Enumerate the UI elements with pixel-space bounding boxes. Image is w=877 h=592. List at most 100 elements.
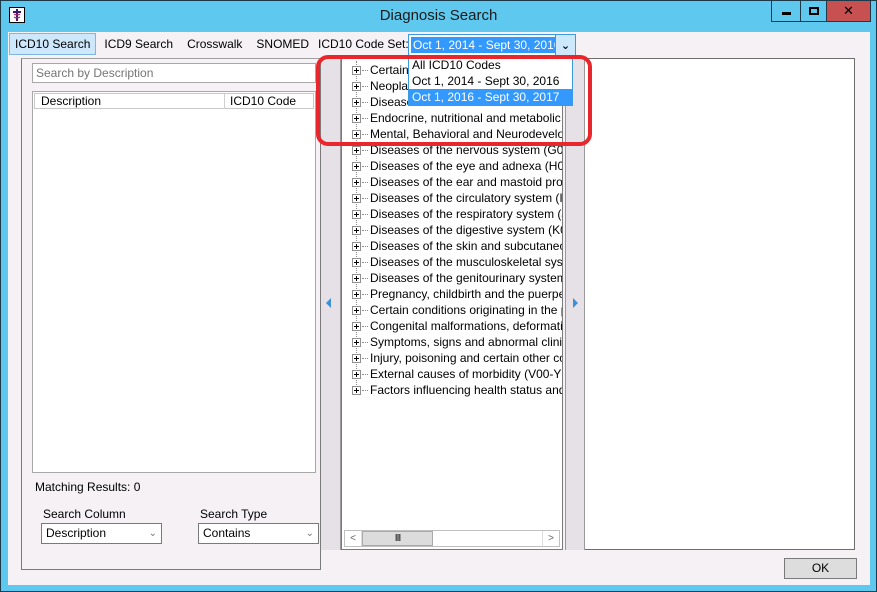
expand-plus-icon[interactable] <box>352 65 361 75</box>
expand-plus-icon[interactable] <box>352 257 361 267</box>
expand-plus-icon[interactable] <box>352 145 361 155</box>
expand-plus-icon[interactable] <box>352 225 361 235</box>
minimize-button[interactable] <box>771 1 801 22</box>
tree-node-label: Diseases of the circulatory system (I00-… <box>370 191 563 205</box>
horizontal-scrollbar[interactable]: < III > <box>344 530 560 547</box>
maximize-icon <box>808 7 819 15</box>
expand-plus-icon[interactable] <box>352 385 361 395</box>
tree-connector <box>362 149 368 151</box>
tree-node[interactable]: Diseases of the respiratory system (J00-… <box>342 206 562 222</box>
code-set-option-highlighted[interactable]: Oct 1, 2016 - Sept 30, 2017 <box>409 89 572 105</box>
tree-connector <box>362 261 368 263</box>
expand-plus-icon[interactable] <box>352 81 361 91</box>
tree-node[interactable]: Diseases of the circulatory system (I00-… <box>342 190 563 206</box>
tree-connector <box>362 389 368 391</box>
tab-crosswalk[interactable]: Crosswalk <box>181 33 248 55</box>
tree-node-label: Diseases of the respiratory system (J00-… <box>370 207 562 221</box>
code-set-select[interactable]: Oct 1, 2014 - Sept 30, 2016 ⌄ <box>408 34 576 56</box>
expand-plus-icon[interactable] <box>352 289 361 299</box>
expand-plus-icon[interactable] <box>352 177 361 187</box>
tree-connector <box>362 309 368 311</box>
column-header-icd10-code[interactable]: ICD10 Code <box>225 94 313 108</box>
tree-node-label: Mental, Behavioral and Neurodevelopmenta… <box>370 127 562 141</box>
client-area: ICD10 Search ICD9 Search Crosswalk SNOME… <box>8 32 870 585</box>
tree-node[interactable]: Injury, poisoning and certain other cons… <box>342 350 562 366</box>
expand-plus-icon[interactable] <box>352 193 361 203</box>
arrow-right-icon[interactable] <box>573 298 578 308</box>
search-column-select[interactable]: Description ⌄ <box>41 523 162 544</box>
table-header: Description ICD10 Code <box>34 93 314 109</box>
search-input[interactable] <box>32 63 316 83</box>
expand-plus-icon[interactable] <box>352 113 361 123</box>
search-type-value: Contains <box>203 526 251 540</box>
tab-icd9-search[interactable]: ICD9 Search <box>98 33 179 55</box>
scroll-right-arrow-icon[interactable]: > <box>542 531 559 546</box>
search-type-label: Search Type <box>200 507 268 521</box>
tree-node[interactable]: Diseases of the skin and subcutaneous ti… <box>342 238 562 254</box>
expand-plus-icon[interactable] <box>352 97 361 107</box>
code-set-option[interactable]: All ICD10 Codes <box>409 57 572 73</box>
scrollbar-thumb[interactable]: III <box>362 531 433 546</box>
tree-connector <box>362 101 368 103</box>
ok-button[interactable]: OK <box>784 558 857 579</box>
title-bar[interactable]: Diagnosis Search ✕ <box>1 1 876 31</box>
tree-node-label: Diseases of the skin and subcutaneous ti… <box>370 239 562 253</box>
expand-plus-icon[interactable] <box>352 161 361 171</box>
expand-plus-icon[interactable] <box>352 337 361 347</box>
chevron-down-icon[interactable]: ⌄ <box>555 35 575 55</box>
tree-node[interactable]: Diseases of the nervous system (G00-G99) <box>342 142 562 158</box>
results-table[interactable]: Description ICD10 Code <box>32 91 316 473</box>
tree-node[interactable]: Certain conditions originating in the pe… <box>342 302 562 318</box>
tree-connector <box>362 357 368 359</box>
expand-plus-icon[interactable] <box>352 273 361 283</box>
expand-plus-icon[interactable] <box>352 305 361 315</box>
code-set-option[interactable]: Oct 1, 2014 - Sept 30, 2016 <box>409 73 572 89</box>
tree-connector <box>362 277 368 279</box>
close-button[interactable]: ✕ <box>826 1 871 22</box>
tree-node[interactable]: Diseases of the ear and mastoid process <box>342 174 562 190</box>
tree-node-label: Certain conditions originating in the pe… <box>370 303 562 317</box>
maximize-button[interactable] <box>800 1 827 22</box>
expand-plus-icon[interactable] <box>352 209 361 219</box>
tree-node[interactable]: Pregnancy, childbirth and the puerperium <box>342 286 562 302</box>
tree-connector <box>362 69 368 71</box>
tree-node-label: Diseases of the genitourinary system (N0… <box>370 271 563 285</box>
tree-node[interactable]: Mental, Behavioral and Neurodevelopmenta… <box>342 126 562 142</box>
tree-node-label: Symptoms, signs and abnormal clinical an… <box>370 335 563 349</box>
tree-connector <box>362 197 368 199</box>
expand-plus-icon[interactable] <box>352 241 361 251</box>
code-set-dropdown-list: All ICD10 Codes Oct 1, 2014 - Sept 30, 2… <box>408 56 573 106</box>
tree-connector <box>362 341 368 343</box>
tree-node[interactable]: Diseases of the musculoskeletal system a… <box>342 254 562 270</box>
tab-strip: ICD10 Search ICD9 Search Crosswalk SNOME… <box>9 33 317 57</box>
tree-node[interactable]: Endocrine, nutritional and metabolic dis… <box>342 110 562 126</box>
arrow-left-icon[interactable] <box>326 298 331 308</box>
tree-node[interactable]: Diseases of the genitourinary system (N0… <box>342 270 563 286</box>
tree-node[interactable]: Factors influencing health status and co… <box>342 382 562 398</box>
scroll-left-arrow-icon[interactable]: < <box>345 531 362 546</box>
chevron-down-icon: ⌄ <box>148 528 157 539</box>
tree-node[interactable]: Symptoms, signs and abnormal clinical an… <box>342 334 563 350</box>
tree-node[interactable]: External causes of morbidity (V00-Y99) <box>342 366 562 382</box>
tree-connector <box>362 133 368 135</box>
code-set-selected-value: Oct 1, 2014 - Sept 30, 2016 <box>411 37 564 53</box>
tree-node[interactable]: Diseases of the eye and adnexa (H00-H59) <box>342 158 562 174</box>
tree-connector <box>362 117 368 119</box>
chevron-down-icon: ⌄ <box>305 528 314 539</box>
expand-plus-icon[interactable] <box>352 353 361 363</box>
tab-icd10-search[interactable]: ICD10 Search <box>9 33 97 55</box>
search-panel: Description ICD10 Code Matching Results:… <box>21 58 321 570</box>
collapse-left-splitter[interactable] <box>321 58 341 550</box>
search-type-select[interactable]: Contains ⌄ <box>198 523 319 544</box>
tree-node-label: Pregnancy, childbirth and the puerperium <box>370 287 562 301</box>
expand-plus-icon[interactable] <box>352 321 361 331</box>
tab-snomed[interactable]: SNOMED <box>250 33 315 55</box>
tree-node[interactable]: Congenital malformations, deformations a… <box>342 318 562 334</box>
expand-plus-icon[interactable] <box>352 129 361 139</box>
expand-plus-icon[interactable] <box>352 369 361 379</box>
tree-connector <box>362 325 368 327</box>
collapse-right-splitter[interactable] <box>565 58 585 550</box>
icd10-category-tree[interactable]: Certain infectious and parasitic disease… <box>341 58 563 550</box>
tree-node[interactable]: Diseases of the digestive system (K00-K9… <box>342 222 562 238</box>
column-header-description[interactable]: Description <box>35 94 225 108</box>
